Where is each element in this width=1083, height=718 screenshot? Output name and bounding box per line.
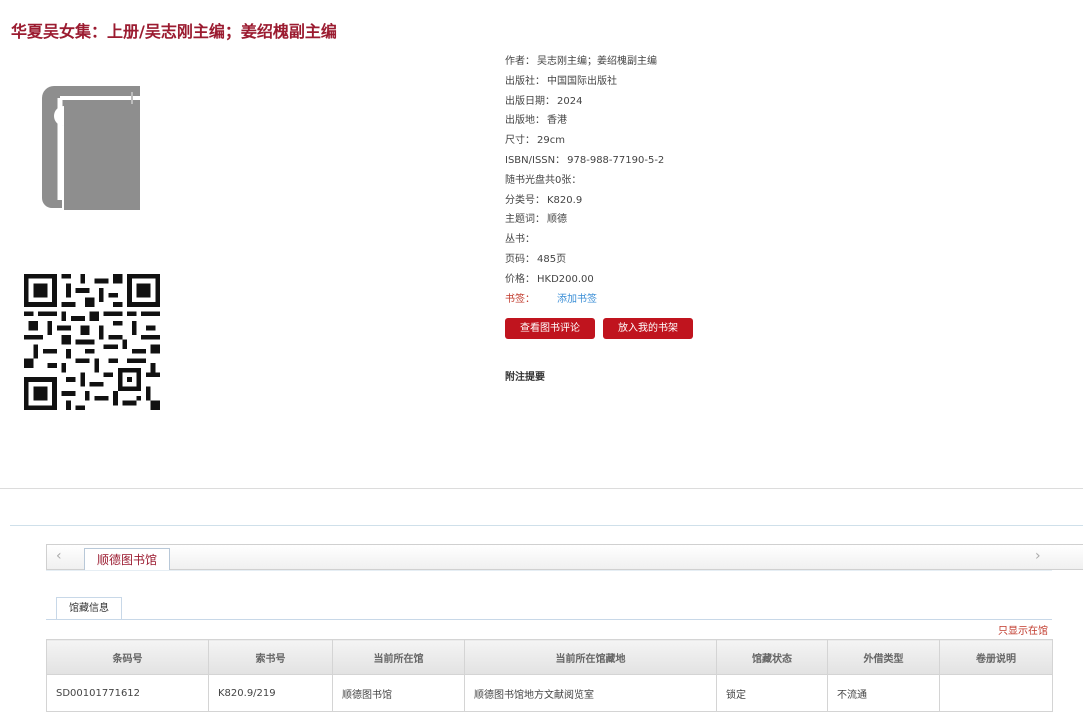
tab-shunde-library[interactable]: 顺德图书馆 xyxy=(84,548,171,571)
view-reviews-button[interactable]: 查看图书评论 xyxy=(505,318,595,339)
column-header: 馆藏状态 xyxy=(716,639,828,675)
meta-author: 作者： 吴志刚主编；姜绍槐副主编 xyxy=(505,54,664,74)
meta-value: 978-988-77190-5-2 xyxy=(567,154,665,166)
meta-label: 主题词： xyxy=(505,214,545,226)
meta-isbn: ISBN/ISSN： 978-988-77190-5-2 xyxy=(505,153,664,173)
library-tab-bar: ‹ 顺德图书馆 › xyxy=(46,544,1083,571)
book-icon xyxy=(42,86,140,210)
column-header: 当前所在馆藏地 xyxy=(464,639,717,675)
divider xyxy=(46,570,1052,571)
qr-code xyxy=(24,274,160,410)
table-header-row: 条码号 索书号 当前所在馆 当前所在馆藏地 馆藏状态 外借类型 卷册说明 xyxy=(46,639,1053,675)
meta-pages: 页码： 485页 xyxy=(505,252,664,272)
meta-place: 出版地： 香港 xyxy=(505,113,664,133)
meta-label: 出版日期： xyxy=(505,95,555,107)
only-in-library-link[interactable]: 只显示在馆 xyxy=(998,622,1048,637)
meta-value: 香港 xyxy=(547,115,567,127)
table-cell xyxy=(939,674,1053,712)
meta-class: 分类号： K820.9 xyxy=(505,193,664,213)
divider xyxy=(0,488,1083,489)
meta-series: 丛书： xyxy=(505,232,664,252)
column-header: 索书号 xyxy=(208,639,333,675)
meta-value: K820.9 xyxy=(547,194,583,206)
meta-price: 价格： HKD200.00 xyxy=(505,272,664,292)
meta-label: 页码： xyxy=(505,253,535,265)
table-cell: 顺德图书馆地方文献阅览室 xyxy=(464,674,717,712)
meta-value: HKD200.00 xyxy=(537,273,594,285)
column-header: 外借类型 xyxy=(827,639,940,675)
meta-label: 随书光盘共0张： xyxy=(505,174,582,186)
table-cell: SD00101771612 xyxy=(46,674,209,712)
meta-label: 出版地： xyxy=(505,115,545,127)
column-header: 当前所在馆 xyxy=(332,639,465,675)
meta-subject: 主题词： 顺德 xyxy=(505,212,664,232)
meta-value: 顺德 xyxy=(547,214,567,226)
chevron-left-icon[interactable]: ‹ xyxy=(56,548,62,564)
page-title: 华夏吴女集：上册/吴志刚主编；姜绍槐副主编 xyxy=(11,22,337,41)
notes-heading: 附注提要 xyxy=(505,372,545,383)
table-cell: K820.9/219 xyxy=(208,674,333,712)
table-row: SD00101771612 K820.9/219 顺德图书馆 顺德图书馆地方文献… xyxy=(46,674,1053,712)
meta-bookmark: 书签： 添加书签 xyxy=(505,292,664,312)
table-cell: 锁定 xyxy=(716,674,828,712)
meta-publisher: 出版社： 中国国际出版社 xyxy=(505,74,664,94)
book-metadata: 作者： 吴志刚主编；姜绍槐副主编 出版社： 中国国际出版社 出版日期： 2024 出版… xyxy=(505,54,664,311)
tab-holdings-info[interactable]: 馆藏信息 xyxy=(56,597,122,620)
bookmark-label: 书签： xyxy=(505,293,535,305)
table-cell: 顺德图书馆 xyxy=(332,674,465,712)
meta-label: ISBN/ISSN： xyxy=(505,154,566,166)
meta-value: 29cm xyxy=(537,135,565,147)
divider xyxy=(46,619,1052,620)
meta-value: 2024 xyxy=(557,95,583,107)
meta-value: 吴志刚主编；姜绍槐副主编 xyxy=(537,56,657,67)
meta-label: 作者： xyxy=(505,56,535,67)
add-to-shelf-button[interactable]: 放入我的书架 xyxy=(603,318,693,339)
meta-size: 尺寸： 29cm xyxy=(505,133,664,153)
meta-pubdate: 出版日期： 2024 xyxy=(505,94,664,114)
column-header: 卷册说明 xyxy=(939,639,1053,675)
add-bookmark-link[interactable]: 添加书签 xyxy=(557,294,597,305)
meta-cd: 随书光盘共0张： xyxy=(505,173,664,193)
book-detail-page: 华夏吴女集：上册/吴志刚主编；姜绍槐副主编 作者： 吴志刚主编；姜绍槐副主编 出… xyxy=(0,0,1083,718)
meta-label: 尺寸： xyxy=(505,135,535,147)
chevron-right-icon[interactable]: › xyxy=(1035,548,1041,564)
meta-label: 丛书： xyxy=(505,234,535,246)
holdings-table: 条码号 索书号 当前所在馆 当前所在馆藏地 馆藏状态 外借类型 卷册说明 SD0… xyxy=(46,639,1053,712)
meta-value: 中国国际出版社 xyxy=(547,75,617,87)
meta-label: 出版社： xyxy=(505,75,545,87)
meta-label: 分类号： xyxy=(505,194,545,206)
column-header: 条码号 xyxy=(46,639,209,675)
meta-value: 485页 xyxy=(537,253,567,265)
table-cell: 不流通 xyxy=(827,674,940,712)
divider xyxy=(10,525,1083,526)
meta-label: 价格： xyxy=(505,273,535,285)
